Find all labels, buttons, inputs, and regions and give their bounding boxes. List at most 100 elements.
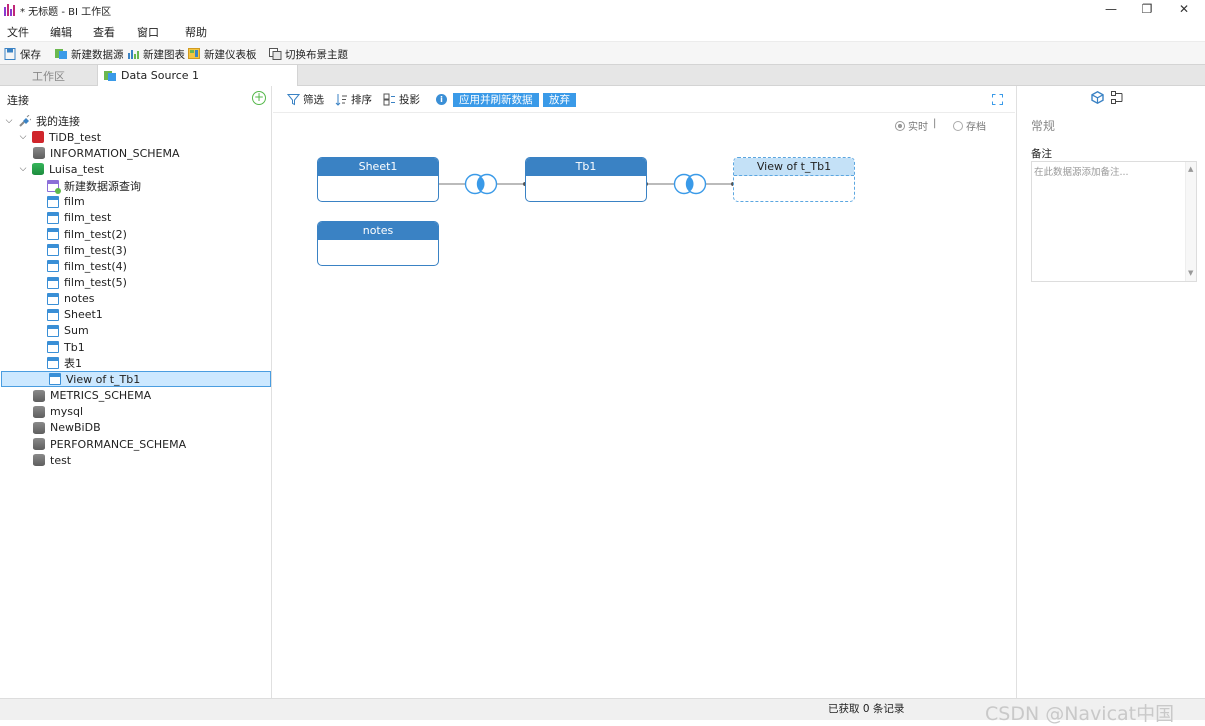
tree-item[interactable]: 表1 — [0, 355, 271, 371]
tree-item-label: View of t_Tb1 — [66, 372, 141, 386]
table-icon — [47, 195, 59, 208]
scroll-down-icon[interactable]: ▼ — [1188, 269, 1193, 277]
note-placeholder: 在此数据源添加备注... — [1034, 167, 1129, 178]
save-button[interactable]: 保存 — [4, 46, 41, 62]
tree-item[interactable]: mysql — [0, 404, 271, 420]
close-button[interactable]: ✕ — [1166, 0, 1202, 20]
mode-live-option[interactable]: 实时 — [895, 118, 928, 133]
new-dashboard-button[interactable]: 新建仪表板 — [188, 46, 257, 62]
new-chart-button[interactable]: 新建图表 — [127, 46, 185, 62]
note-scrollbar[interactable]: ▲ ▼ — [1185, 162, 1196, 281]
database-icon — [33, 147, 45, 160]
tab-datasource[interactable]: Data Source 1 — [97, 65, 298, 86]
tree-item[interactable]: ⌵ Luisa_test — [0, 161, 271, 177]
tab-bar: 工作区 Data Source 1 — [0, 64, 1205, 86]
sort-button[interactable]: 排序 — [335, 92, 372, 107]
tree-item[interactable]: notes — [0, 291, 271, 307]
tree-item[interactable]: Sum — [0, 323, 271, 339]
tree-item-label: NewBiDB — [50, 421, 101, 435]
database-active-icon — [32, 163, 44, 176]
tree-item-label: Sheet1 — [64, 308, 103, 322]
tree-item[interactable]: film_test(5) — [0, 275, 271, 291]
tree-item[interactable]: INFORMATION_SCHEMA — [0, 145, 271, 161]
table-icon — [47, 260, 59, 273]
node-view[interactable]: View of t_Tb1 — [733, 157, 855, 202]
window-title: * 无标题 - BI 工作区 — [20, 7, 112, 18]
node-tb1[interactable]: Tb1 — [525, 157, 647, 202]
tree-item[interactable]: test — [0, 452, 271, 468]
tree-item[interactable]: 新建数据源查询 — [0, 178, 271, 194]
mode-archive-radio[interactable] — [953, 120, 963, 131]
general-tab-icon[interactable] — [1091, 91, 1104, 104]
canvas-toolbar: 筛选 排序 投影 i 应用并刷新数据 放弃 — [273, 86, 1015, 113]
tree-item-label: test — [50, 453, 72, 467]
tree-item-label: 新建数据源查询 — [64, 179, 141, 193]
minimize-button[interactable]: — — [1093, 0, 1129, 20]
add-connection-button[interactable]: + — [252, 91, 266, 105]
dashboard-icon — [188, 48, 200, 59]
tree-item-label: mysql — [50, 405, 83, 419]
node-sheet1-title: Sheet1 — [318, 158, 438, 176]
database-icon — [33, 405, 45, 418]
scroll-up-icon[interactable]: ▲ — [1188, 165, 1193, 173]
tree-item[interactable]: NewBiDB — [0, 420, 271, 436]
menu-edit[interactable]: 编辑 — [50, 24, 72, 40]
maximize-button[interactable]: ❐ — [1129, 0, 1165, 20]
menu-window[interactable]: 窗口 — [137, 24, 159, 40]
info-icon[interactable]: i — [436, 94, 447, 105]
filter-button[interactable]: 筛选 — [287, 92, 324, 107]
tree-item-label: film_test(2) — [64, 227, 127, 241]
tree-item-label: film — [64, 195, 85, 209]
main-toolbar: 保存 新建数据源 新建图表 新建仪表板 切换布景主题 — [0, 41, 1205, 64]
join-sheet1-tb1 — [435, 173, 527, 195]
tree-item[interactable]: ⌵ TiDB_test — [0, 129, 271, 145]
relations-tab-icon[interactable] — [1111, 91, 1124, 104]
note-textarea[interactable]: 在此数据源添加备注... ▲ ▼ — [1031, 161, 1197, 282]
theme-icon — [269, 48, 282, 60]
tree-item[interactable]: View of t_Tb1 — [1, 371, 271, 388]
projection-button[interactable]: 投影 — [383, 92, 420, 107]
tree-item[interactable]: film_test — [0, 210, 271, 226]
chevron-down-icon[interactable]: ⌵ — [18, 164, 28, 174]
join-tb1-view — [644, 173, 735, 195]
menu-file[interactable]: 文件 — [7, 24, 29, 40]
table-icon — [47, 357, 59, 370]
tree-item[interactable]: film_test(4) — [0, 258, 271, 274]
connections-panel: 连接 + ⌵ 我的连接 ⌵ TiDB_test INFORMATION_SCHEMA ⌵ L… — [0, 86, 272, 698]
tree-item[interactable]: film_test(2) — [0, 226, 271, 242]
tree-item[interactable]: PERFORMANCE_SCHEMA — [0, 436, 271, 452]
node-sheet1[interactable]: Sheet1 — [317, 157, 439, 202]
node-tb1-title: Tb1 — [526, 158, 646, 176]
new-datasource-button[interactable]: 新建数据源 — [55, 46, 124, 62]
database-icon — [33, 438, 45, 450]
tree-item[interactable]: film_test(3) — [0, 242, 271, 258]
menu-help[interactable]: 帮助 — [185, 24, 207, 40]
fullscreen-icon[interactable] — [992, 94, 1003, 105]
tree-item-label: Sum — [64, 324, 89, 338]
chevron-down-icon[interactable]: ⌵ — [4, 116, 14, 126]
table-icon — [47, 292, 59, 305]
menu-view[interactable]: 查看 — [93, 24, 115, 40]
mode-live-radio[interactable] — [895, 120, 905, 131]
tree-item[interactable]: Tb1 — [0, 339, 271, 355]
tree-item[interactable]: ⌵ 我的连接 — [0, 113, 271, 129]
chevron-down-icon[interactable]: ⌵ — [18, 132, 28, 142]
apply-refresh-button[interactable]: 应用并刷新数据 — [453, 93, 539, 107]
chart-icon — [128, 50, 139, 59]
tree-item[interactable]: METRICS_SCHEMA — [0, 388, 271, 404]
tab-workspace[interactable]: 工作区 — [0, 65, 97, 86]
tree-item[interactable]: Sheet1 — [0, 307, 271, 323]
discard-button[interactable]: 放弃 — [543, 93, 576, 107]
mode-archive-option[interactable]: 存档 — [953, 118, 986, 133]
connection-icon — [19, 114, 31, 127]
node-notes[interactable]: notes — [317, 221, 439, 266]
tidb-icon — [32, 131, 44, 144]
tree-item-label: TiDB_test — [49, 130, 102, 144]
tree-item-label: METRICS_SCHEMA — [50, 389, 152, 403]
table-icon — [47, 244, 59, 257]
tree-item-label: 我的连接 — [36, 115, 80, 128]
switch-theme-button[interactable]: 切换布景主题 — [269, 46, 348, 62]
tree-item-label: film_test — [64, 211, 112, 225]
tree-item[interactable]: film — [0, 194, 271, 210]
tab-datasource-label: Data Source 1 — [121, 69, 200, 82]
